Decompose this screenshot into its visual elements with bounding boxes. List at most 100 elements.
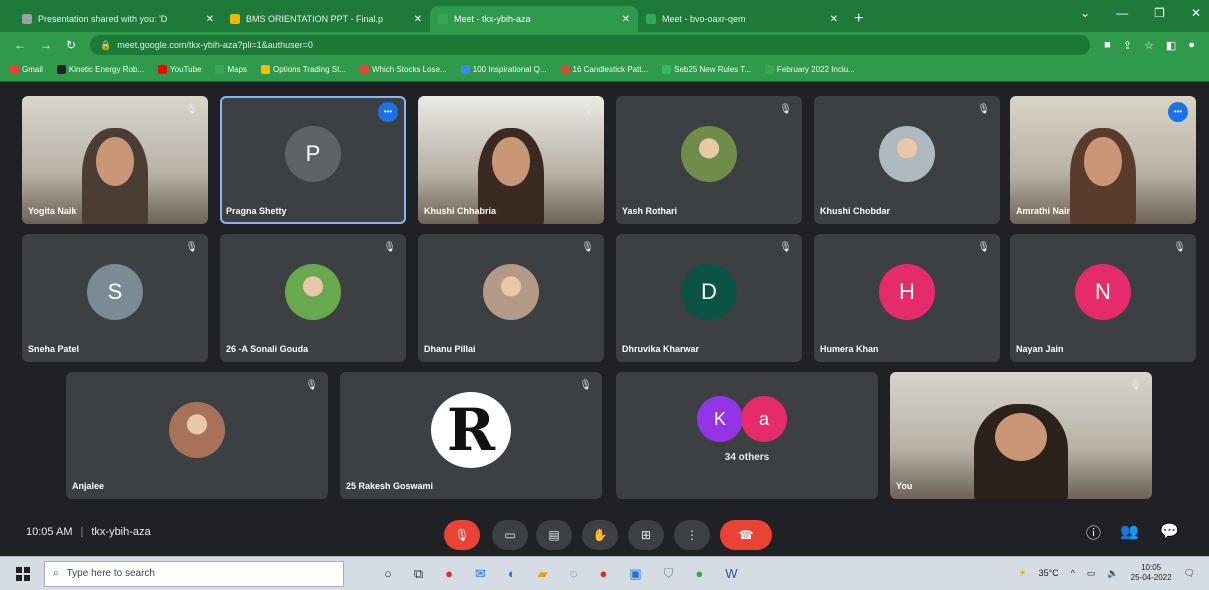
close-icon[interactable]: ✕: [1191, 6, 1201, 20]
captions-button[interactable]: ▤: [536, 520, 572, 550]
leave-call-button[interactable]: ☎: [720, 520, 772, 550]
participant-tile[interactable]: N Nayan Jain 🎙: [1010, 234, 1196, 362]
bookmark-item[interactable]: 16 Candlestick Patt...: [560, 65, 648, 74]
bookmark-item[interactable]: February 2022 Inclu...: [764, 65, 855, 74]
participant-tile[interactable]: D Dhruvika Kharwar 🎙: [616, 234, 802, 362]
back-icon[interactable]: ←: [14, 38, 26, 52]
bookmark-icon: [10, 65, 19, 74]
new-tab-button[interactable]: +: [854, 6, 863, 32]
chevron-up-icon[interactable]: ^: [1071, 568, 1075, 578]
reload-icon[interactable]: ↻: [66, 38, 76, 52]
tab-presentation[interactable]: Presentation shared with you: 'D ✕: [14, 6, 222, 32]
star-icon[interactable]: ☆: [1144, 39, 1154, 52]
search-icon: ⌕: [53, 568, 59, 579]
network-icon[interactable]: ▭: [1087, 568, 1096, 579]
bookmark-item[interactable]: Kinetic Energy Rob...: [56, 65, 144, 74]
file-explorer-icon[interactable]: ▰: [538, 566, 548, 582]
chevron-down-icon[interactable]: ⌄: [1080, 6, 1090, 20]
edge-icon[interactable]: ◐: [508, 566, 516, 582]
tab-ppt[interactable]: BMS ORIENTATION PPT - Final.p ✕: [222, 6, 430, 32]
forward-icon[interactable]: →: [40, 38, 52, 52]
taskbar-search[interactable]: ⌕ Type here to search: [44, 560, 344, 587]
bookmark-item[interactable]: 100 Inspirational Q...: [460, 65, 547, 74]
participant-tile[interactable]: Anjalee 🎙: [66, 372, 328, 499]
chrome-icon[interactable]: ●: [445, 566, 453, 582]
task-view-icon[interactable]: ⧉: [414, 566, 423, 582]
participant-tile[interactable]: P Pragna Shetty •••: [220, 96, 406, 224]
participant-tile[interactable]: Dhanu Pillai 🎙: [418, 234, 604, 362]
mic-muted-icon: 🎙: [581, 242, 594, 253]
close-icon[interactable]: ✕: [622, 14, 630, 25]
avatar-photo: [879, 126, 935, 182]
bookmark-icon: [359, 65, 369, 74]
participant-tile[interactable]: H Humera Khan 🎙: [814, 234, 1000, 362]
participant-tile[interactable]: R 25 Rakesh Goswami 🎙: [340, 372, 602, 499]
address-bar[interactable]: 🔒 meet.google.com/tkx-ybih-aza?pli=1&aut…: [90, 35, 1091, 55]
weather-icon[interactable]: ☀: [1018, 568, 1026, 579]
bookmark-item[interactable]: Options Trading St...: [261, 65, 346, 74]
participant-tile[interactable]: Amrathi Nair •••: [1010, 96, 1196, 224]
people-icon[interactable]: 👥: [1120, 522, 1139, 540]
chrome-icon[interactable]: ●: [600, 566, 608, 582]
clock[interactable]: 10:05 25-04-2022: [1131, 563, 1172, 583]
volume-icon[interactable]: 🔈: [1107, 568, 1118, 579]
mic-muted-icon: 🎙: [581, 104, 594, 115]
bookmark-label: Gmail: [22, 65, 43, 74]
profile-icon[interactable]: ●: [1188, 39, 1195, 52]
meeting-info: 10:05 AM | tkx-ybih-aza: [26, 526, 151, 538]
participant-tile[interactable]: Yash Rothari 🎙: [616, 96, 802, 224]
tab-meet-active[interactable]: Meet - tkx-ybih-aza ✕: [430, 6, 638, 32]
bookmark-item[interactable]: YouTube: [158, 65, 201, 74]
participant-tile[interactable]: S Sneha Patel 🎙: [22, 234, 208, 362]
notifications-icon[interactable]: 🗨: [1184, 568, 1195, 579]
close-icon[interactable]: ✕: [830, 14, 838, 25]
participant-tile[interactable]: Yogita Naik 🎙: [22, 96, 208, 224]
close-icon[interactable]: ✕: [206, 14, 214, 25]
avatar: a: [741, 395, 787, 442]
mic-off-button[interactable]: 🎙: [444, 520, 480, 550]
participant-tile[interactable]: You 🎙: [890, 372, 1152, 499]
mic-muted-icon: 🎙: [977, 242, 990, 253]
avatar-photo: [483, 264, 539, 320]
store-icon[interactable]: ▣: [629, 566, 641, 582]
camera-button[interactable]: ▭: [492, 520, 528, 550]
cortana-icon[interactable]: ○: [384, 566, 392, 582]
app-icon[interactable]: ◌: [570, 566, 578, 582]
mail-icon[interactable]: ✉: [475, 566, 486, 582]
word-icon[interactable]: W: [725, 566, 737, 582]
participant-tile[interactable]: 26 -A Sonali Gouda 🎙: [220, 234, 406, 362]
security-icon[interactable]: ⛉: [664, 566, 674, 582]
participant-tile[interactable]: Khushi Chobdar 🎙: [814, 96, 1000, 224]
chat-icon[interactable]: 💬: [1160, 522, 1179, 540]
bookmark-label: YouTube: [170, 65, 202, 74]
info-icon[interactable]: ⓘ: [1086, 522, 1101, 543]
participant-tile[interactable]: Khushi Chhabria 🎙: [418, 96, 604, 224]
bookmark-label: Seb25 New Rules T...: [674, 65, 751, 74]
extension-icon[interactable]: ◧: [1166, 39, 1176, 52]
close-icon[interactable]: ✕: [414, 14, 422, 25]
video-feed: [22, 96, 208, 224]
video-feed: [418, 96, 604, 224]
raise-hand-button[interactable]: ✋: [582, 520, 618, 550]
bookmark-item[interactable]: Maps: [215, 65, 247, 74]
taskbar-apps: ○ ⧉ ● ✉ ◐ ▰ ◌ ● ▣ ⛉ ● W: [384, 566, 738, 582]
maximize-icon[interactable]: ❐: [1154, 6, 1165, 20]
participant-tile[interactable]: Ka 34 others: [616, 372, 878, 499]
chrome-icon[interactable]: ●: [695, 566, 703, 582]
bookmark-item[interactable]: Which Stocks Lose...: [359, 65, 447, 74]
participant-name: Amrathi Nair: [1016, 206, 1071, 216]
bookmark-item[interactable]: Seb25 New Rules T...: [662, 65, 751, 74]
windows-start-icon[interactable]: [16, 566, 30, 581]
participant-name: Yash Rothari: [622, 206, 678, 216]
minimize-icon[interactable]: —: [1116, 6, 1128, 20]
bookmark-label: Options Trading St...: [273, 65, 346, 74]
tab-title: Presentation shared with you: 'D: [38, 14, 168, 24]
present-button[interactable]: ⊞: [628, 520, 664, 550]
tab-meet-2[interactable]: Meet - bvo-oaxr-qem ✕: [638, 6, 846, 32]
camera-icon[interactable]: ■: [1104, 39, 1111, 52]
mic-muted-icon: 🎙: [185, 104, 198, 115]
share-icon[interactable]: ⇪: [1123, 39, 1132, 52]
taskbar: ⌕ Type here to search ○ ⧉ ● ✉ ◐ ▰ ◌ ● ▣ ⛉…: [0, 556, 1209, 590]
more-options-button[interactable]: ⋮: [674, 520, 710, 550]
bookmark-item[interactable]: Gmail: [10, 65, 43, 74]
